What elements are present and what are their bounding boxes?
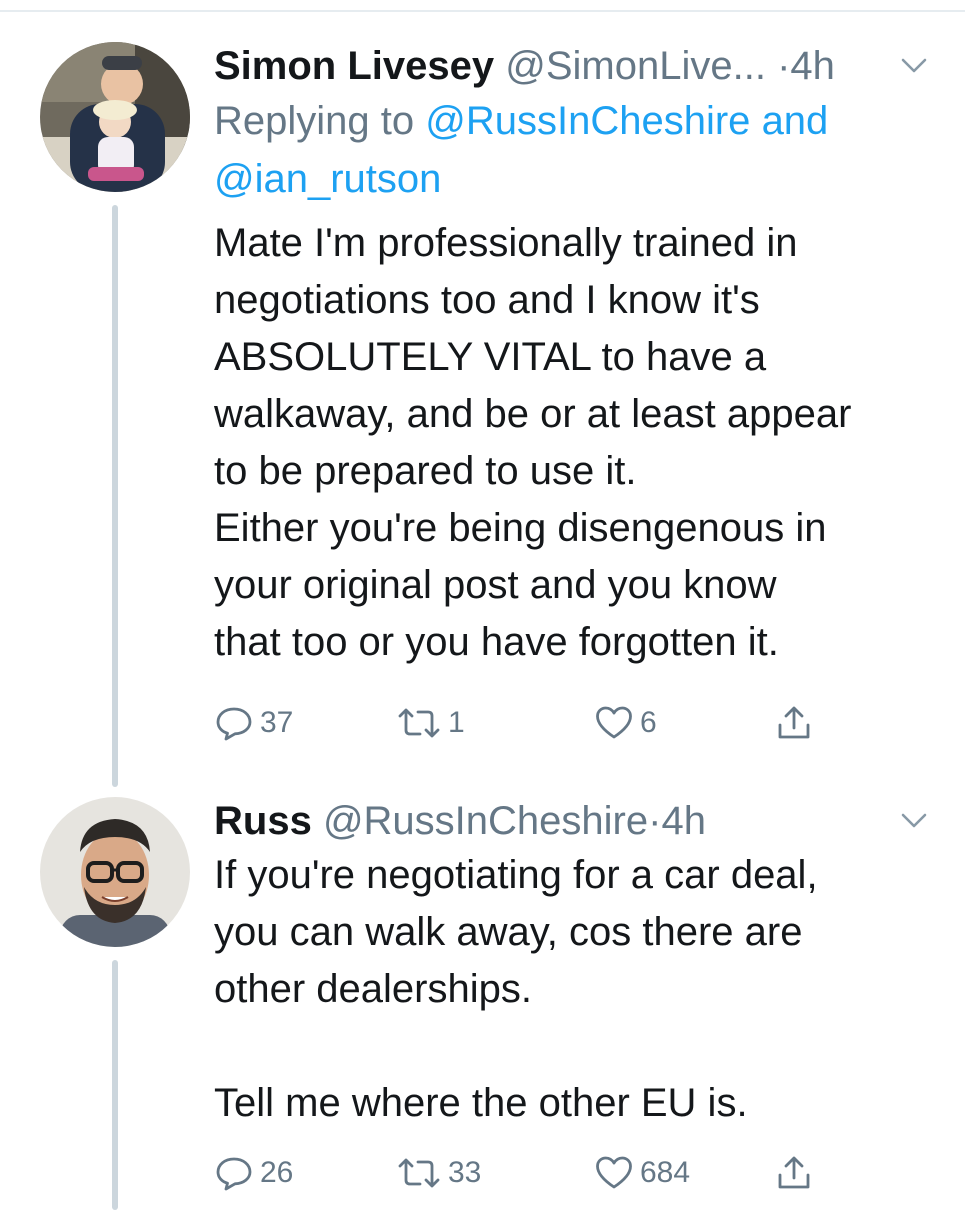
retweet-count: 1 [448, 706, 465, 739]
tweet-russ[interactable]: Russ @RussInCheshire·4h If you're negoti… [0, 795, 965, 1210]
retweet-count: 33 [448, 1156, 482, 1189]
tweet-menu-button[interactable] [894, 48, 934, 84]
chevron-down-icon [901, 813, 927, 828]
reply-count: 37 [260, 706, 294, 739]
user-handle[interactable]: @SimonLive... [505, 44, 766, 88]
reply-button[interactable]: 37 [214, 695, 293, 751]
display-name[interactable]: Simon Livesey [214, 44, 494, 88]
retweet-button[interactable]: 1 [396, 695, 465, 751]
tweet-header: Russ @RussInCheshire·4h [214, 795, 934, 847]
mention-link-ian-rutson[interactable]: @ian_rutson [214, 157, 441, 201]
tweet-text: If you're negotiating for a car deal, yo… [214, 853, 818, 1125]
thread-line [112, 960, 118, 1210]
like-count: 684 [640, 1156, 691, 1189]
avatar-photo-man-with-glasses [40, 797, 190, 947]
reply-icon [216, 707, 252, 741]
avatar[interactable] [40, 797, 190, 947]
tweet-actions: 37 1 6 [214, 695, 834, 751]
tweet-content: Russ @RussInCheshire·4h If you're negoti… [214, 795, 934, 1191]
timestamp[interactable]: 4h [790, 44, 835, 88]
avatar[interactable] [40, 42, 190, 192]
reply-count: 26 [260, 1156, 294, 1189]
like-button[interactable]: 6 [594, 695, 657, 751]
share-icon [778, 706, 810, 739]
tweet-text: Mate I'm professionally trained in negot… [214, 221, 852, 664]
tweet-actions: 26 33 684 [214, 1145, 834, 1201]
mention-link-russincheshire[interactable]: @RussInCheshire [425, 99, 750, 143]
top-divider [0, 10, 965, 12]
mention-join-word[interactable]: and [762, 99, 829, 143]
timestamp[interactable]: 4h [661, 799, 706, 843]
retweet-icon [398, 1158, 440, 1188]
share-icon [778, 1156, 810, 1189]
separator-dot: · [648, 799, 662, 843]
tweet-content: Simon Livesey @SimonLive... ·4h Replying… [214, 40, 934, 741]
reply-button[interactable]: 26 [214, 1145, 293, 1201]
separator-dot: · [777, 44, 791, 88]
replying-to: Replying to @RussInCheshire and @ian_rut… [214, 92, 934, 208]
share-button[interactable] [774, 695, 814, 751]
retweet-button[interactable]: 33 [396, 1145, 481, 1201]
like-button[interactable]: 684 [594, 1145, 690, 1201]
tweet-menu-button[interactable] [894, 803, 934, 839]
share-button[interactable] [774, 1145, 814, 1201]
replying-to-label: Replying to [214, 99, 415, 143]
heart-icon [596, 706, 632, 739]
reply-icon [216, 1157, 252, 1191]
display-name[interactable]: Russ [214, 799, 312, 843]
thread-line [112, 205, 118, 787]
chevron-down-icon [901, 58, 927, 73]
tweet-header: Simon Livesey @SimonLive... ·4h [214, 40, 934, 92]
retweet-icon [398, 708, 440, 738]
heart-icon [596, 1156, 632, 1189]
tweet-simon-livesey[interactable]: Simon Livesey @SimonLive... ·4h Replying… [0, 40, 965, 800]
avatar-photo-man-with-baby [40, 42, 190, 192]
like-count: 6 [640, 706, 657, 739]
user-handle[interactable]: @RussInCheshire [323, 799, 648, 843]
